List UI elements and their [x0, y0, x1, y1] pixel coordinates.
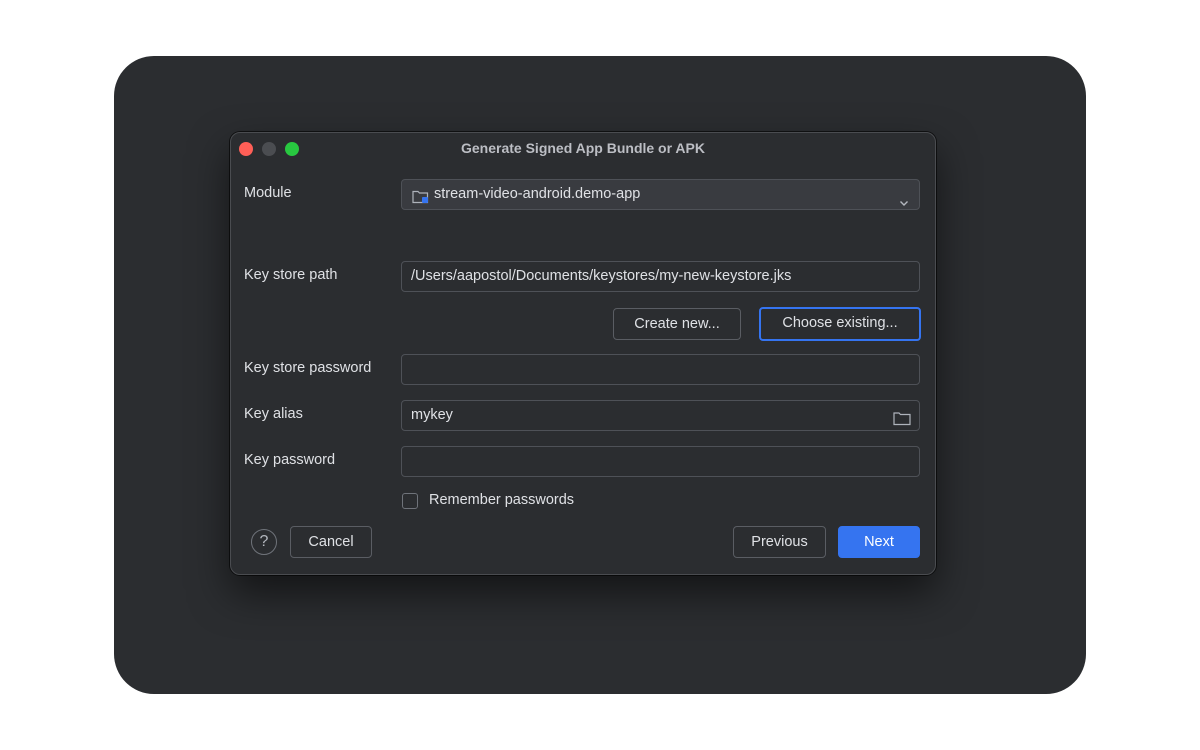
cancel-button[interactable]: Cancel: [290, 526, 372, 558]
key-alias-field[interactable]: mykey: [401, 400, 920, 431]
dialog-title: Generate Signed App Bundle or APK: [231, 140, 935, 156]
keystore-password-field[interactable]: [401, 354, 920, 385]
keystore-path-field[interactable]: /Users/aapostol/Documents/keystores/my-n…: [401, 261, 920, 292]
folder-module-icon: [412, 187, 430, 216]
remember-passwords-checkbox[interactable]: [402, 493, 418, 509]
key-alias-label: Key alias: [244, 406, 303, 422]
previous-button[interactable]: Previous: [733, 526, 826, 558]
keystore-path-label: Key store path: [244, 267, 338, 283]
module-dropdown[interactable]: stream-video-android.demo-app: [401, 179, 920, 210]
key-password-field[interactable]: [401, 446, 920, 477]
module-value: stream-video-android.demo-app: [434, 180, 640, 209]
key-alias-value: mykey: [411, 407, 453, 423]
generate-signed-bundle-dialog: Generate Signed App Bundle or APK Module…: [230, 132, 936, 575]
help-icon[interactable]: ?: [251, 529, 277, 555]
remember-passwords-label: Remember passwords: [429, 492, 574, 508]
title-bar: Generate Signed App Bundle or APK: [231, 133, 935, 165]
keystore-password-label: Key store password: [244, 360, 371, 376]
choose-existing-button[interactable]: Choose existing...: [759, 307, 921, 341]
chevron-down-icon: [899, 190, 909, 219]
module-label: Module: [244, 185, 292, 201]
next-button[interactable]: Next: [838, 526, 920, 558]
folder-icon[interactable]: [893, 408, 911, 437]
create-new-button[interactable]: Create new...: [613, 308, 741, 340]
key-password-label: Key password: [244, 452, 335, 468]
